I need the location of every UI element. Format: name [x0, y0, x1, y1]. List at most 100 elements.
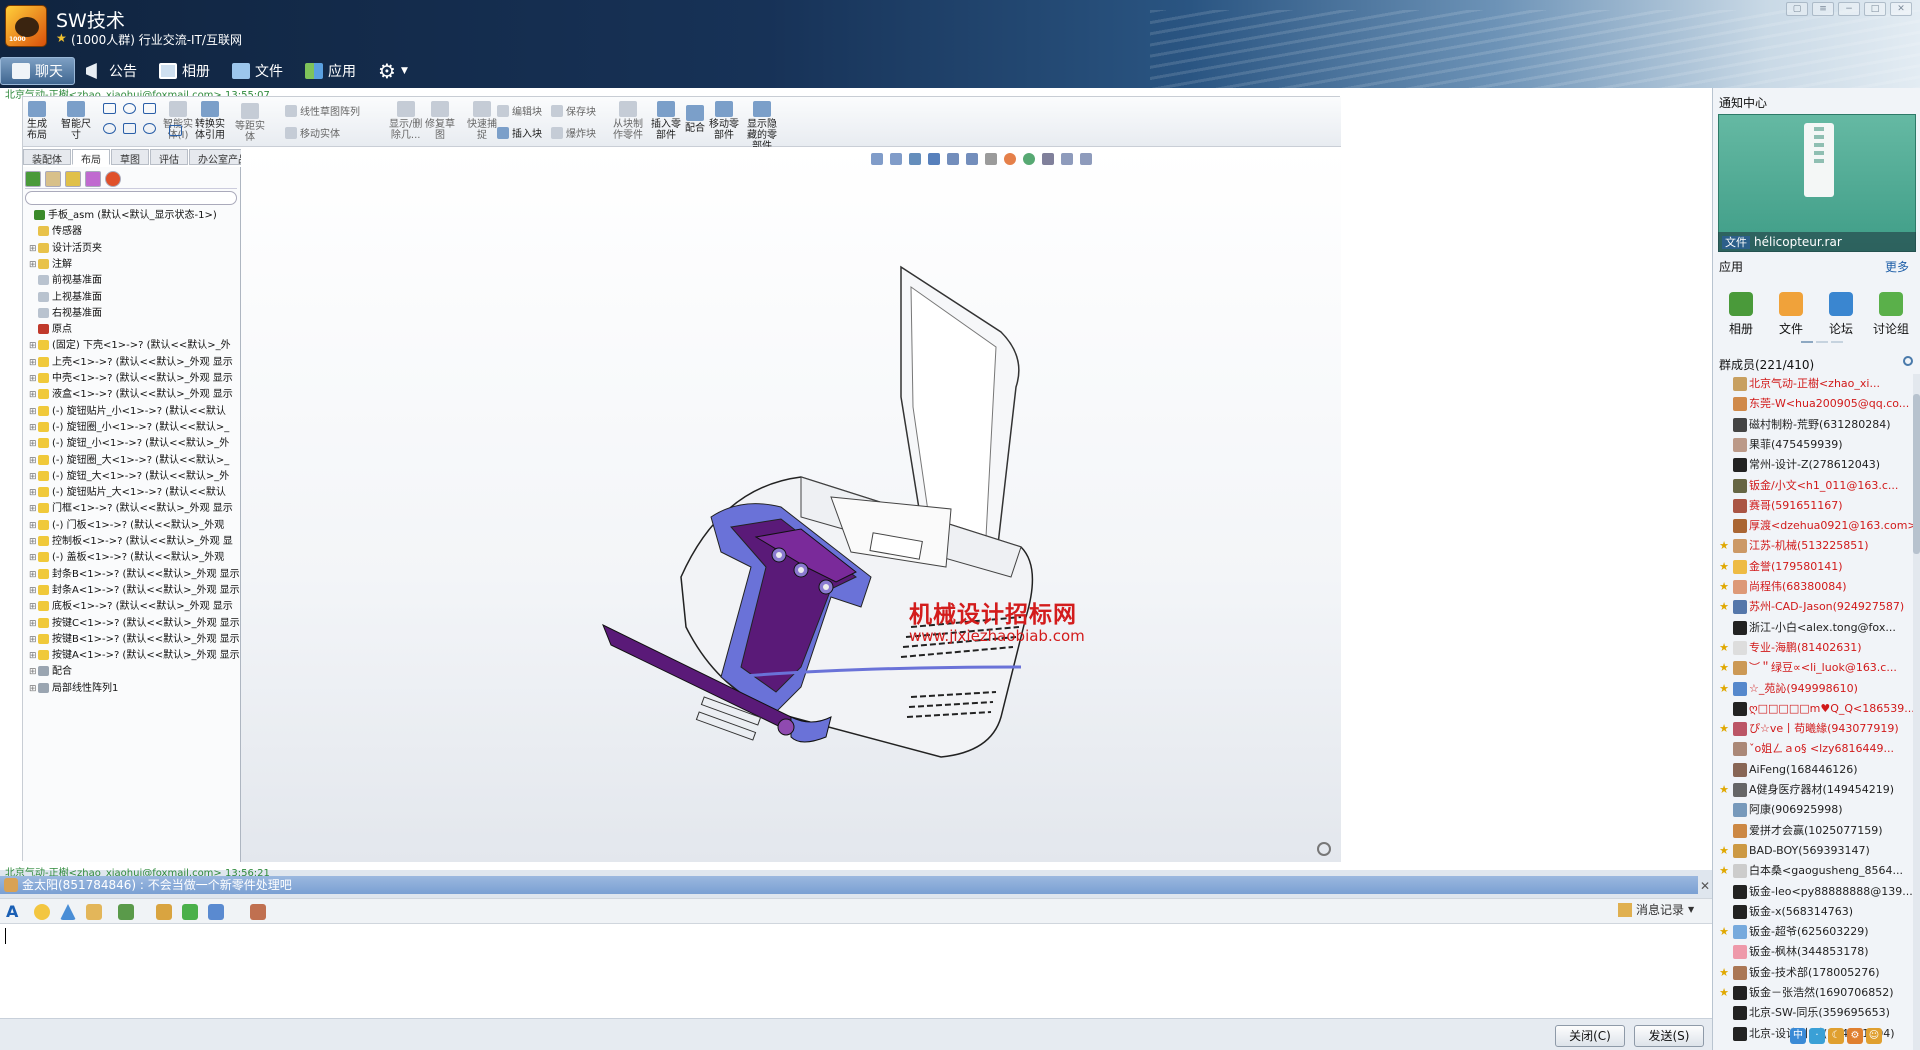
expand-icon[interactable]: ⊞: [29, 437, 38, 451]
maximize-icon[interactable]: □: [1864, 2, 1886, 16]
app-discussion[interactable]: 讨论组: [1871, 292, 1911, 337]
expand-icon[interactable]: ⊞: [29, 617, 38, 631]
tree-item[interactable]: ⊞ 底板<1>->? (默认<<默认>_外观 显示: [25, 600, 239, 614]
ribbon-button[interactable]: 编辑块: [497, 105, 542, 119]
member-item[interactable]: 赛哥(591651167): [1717, 496, 1913, 516]
font-icon[interactable]: A: [6, 904, 22, 920]
expand-icon[interactable]: ⊞: [29, 339, 38, 353]
expand-icon[interactable]: ⊞: [29, 502, 38, 516]
emoji-icon[interactable]: [34, 904, 50, 920]
member-item[interactable]: 东莞-W<hua200905@qq.co...: [1717, 394, 1913, 414]
cad-tab[interactable]: 草图: [111, 149, 149, 166]
ribbon-button[interactable]: 从块制 作零件: [613, 101, 643, 141]
member-item[interactable]: 钣金-枫林(344853178): [1717, 942, 1913, 962]
expand-icon[interactable]: ⊞: [29, 633, 38, 647]
tree-item[interactable]: 右视基准面: [25, 307, 239, 321]
ribbon-button[interactable]: 保存块: [551, 105, 596, 119]
send-button[interactable]: 发送(S): [1634, 1025, 1704, 1047]
notification-file-bar[interactable]: 文件 hélicopteur.rar: [1718, 232, 1916, 252]
member-item[interactable]: ★ 白本桑<gaogusheng_8564...: [1717, 861, 1913, 881]
tree-item[interactable]: ⊞ (-) 旋钮圈_大<1>->? (默认<<默认>_: [25, 454, 239, 468]
tree-item[interactable]: ⊞ (-) 旋钮贴片_大<1>->? (默认<<默认: [25, 486, 239, 500]
member-item[interactable]: ★ 专业-海鹏(81402631): [1717, 638, 1913, 658]
tab-chat[interactable]: 聊天: [0, 57, 75, 85]
app-files[interactable]: 文件: [1771, 292, 1811, 337]
member-item[interactable]: ★ BAD-BOY(569393147): [1717, 841, 1913, 861]
expand-icon[interactable]: ⊞: [29, 584, 38, 598]
member-item[interactable]: 钣金-x(568314763): [1717, 902, 1913, 922]
member-item[interactable]: 磁村制粉-荒野(631280284): [1717, 415, 1913, 435]
ribbon-button[interactable]: 转换实 体引用: [195, 101, 225, 141]
cad-tab[interactable]: 装配体: [23, 149, 71, 166]
app-album[interactable]: 相册: [1721, 292, 1761, 337]
tree-item[interactable]: ⊞ 注解: [25, 258, 239, 272]
ribbon-button[interactable]: 线性草图阵列: [285, 105, 360, 119]
tree-item[interactable]: ⊞ (-) 旋钮贴片_小<1>->? (默认<<默认: [25, 405, 239, 419]
expand-icon[interactable]: ⊞: [29, 665, 38, 679]
member-item[interactable]: ★ 江苏-机械(513225851): [1717, 536, 1913, 556]
ribbon-button[interactable]: 配合: [685, 105, 705, 134]
tree-item[interactable]: ⊞ 按键B<1>->? (默认<<默认>_外观 显示: [25, 633, 239, 647]
expand-icon[interactable]: ⊞: [29, 242, 38, 256]
expand-icon[interactable]: ⊞: [29, 535, 38, 549]
tree-item[interactable]: ⊞ 中壳<1>->? (默认<<默认>_外观 显示: [25, 372, 239, 386]
member-item[interactable]: ★ 苏州-CAD-Jason(924927587): [1717, 597, 1913, 617]
member-item[interactable]: ★ ぴ☆ve丨苟曦緣(943077919): [1717, 719, 1913, 739]
member-item[interactable]: AiFeng(168446126): [1717, 760, 1913, 780]
screen-capture-icon[interactable]: [208, 904, 224, 920]
member-item[interactable]: ˇo姐ㄥａo§ <lzy6816449...: [1717, 739, 1913, 759]
input-method-icon[interactable]: 中: [1790, 1028, 1806, 1044]
ribbon-button[interactable]: 插入块: [497, 127, 542, 141]
expand-icon[interactable]: ⊞: [29, 682, 38, 696]
tree-item[interactable]: ⊞ (-) 门板<1>->? (默认<<默认>_外观: [25, 519, 239, 533]
shake-icon[interactable]: [86, 904, 102, 920]
skin-icon[interactable]: ▢: [1786, 2, 1808, 16]
member-item[interactable]: ★ 尚程伟(68380084): [1717, 577, 1913, 597]
minimize-icon[interactable]: −: [1838, 2, 1860, 16]
expand-icon[interactable]: ⊞: [29, 372, 38, 386]
member-item[interactable]: 爱拼才会赢(1025077159): [1717, 821, 1913, 841]
member-item[interactable]: ★ A健身医疗器材(149454219): [1717, 780, 1913, 800]
message-input[interactable]: [0, 924, 1712, 1018]
tree-item[interactable]: 手板_asm (默认<默认_显示状态-1>): [25, 209, 239, 223]
tree-item[interactable]: ⊞ (-) 旋钮_大<1>->? (默认<<默认>_外: [25, 470, 239, 484]
member-item[interactable]: ★ 钣金－张浩然(1690706852): [1717, 983, 1913, 1003]
member-item[interactable]: ★ ☆_苑訫(949998610): [1717, 679, 1913, 699]
cad-screenshot-image[interactable]: 生成 布局 智能尺 寸智能实 体(I) 转换实 体引用 等距实 体线性草图阵列 移动实体…: [22, 96, 1341, 862]
expand-icon[interactable]: ⊞: [29, 519, 38, 533]
tree-item[interactable]: 原点: [25, 323, 239, 337]
cad-tab[interactable]: 布局: [72, 149, 110, 166]
tab-album[interactable]: 相册: [148, 57, 221, 85]
expand-icon[interactable]: ⊞: [29, 356, 38, 370]
quoted-message-bar[interactable]: 金太阳(851784846) : 不会当做一个新零件处理吧: [0, 876, 1698, 894]
member-item[interactable]: 钣金/小文<h1_011@163.c...: [1717, 476, 1913, 496]
member-item[interactable]: 阿康(906925998): [1717, 800, 1913, 820]
apps-more-link[interactable]: 更多: [1885, 258, 1909, 275]
expand-icon[interactable]: ⊞: [29, 551, 38, 565]
group-avatar[interactable]: 1000: [5, 5, 47, 47]
sketch-tool-icon[interactable]: [169, 125, 182, 136]
image-icon[interactable]: [118, 904, 134, 920]
tree-item[interactable]: 前视基准面: [25, 274, 239, 288]
expand-icon[interactable]: ⊞: [29, 388, 38, 402]
expand-icon[interactable]: ⊞: [29, 421, 38, 435]
expand-icon[interactable]: ⊞: [29, 649, 38, 663]
tab-announcement[interactable]: 公告: [75, 57, 148, 85]
member-item[interactable]: ★ ︶＂绿豆∝<li_luok@163.c...: [1717, 658, 1913, 678]
expand-icon[interactable]: ⊞: [29, 454, 38, 468]
app-forum[interactable]: 论坛: [1821, 292, 1861, 337]
settings-menu[interactable]: ⚙ ▼: [367, 57, 419, 85]
tree-item[interactable]: ⊞ (-) 盖板<1>->? (默认<<默认>_外观: [25, 551, 239, 565]
expand-icon[interactable]: ⊞: [29, 486, 38, 500]
gear-icon[interactable]: ⚙: [1847, 1028, 1863, 1044]
tree-item[interactable]: ⊞ (-) 旋钮_小<1>->? (默认<<默认>_外: [25, 437, 239, 451]
cad-tab[interactable]: 评估: [150, 149, 188, 166]
sketch-tool-icon[interactable]: [143, 123, 156, 134]
expand-icon[interactable]: ⊞: [29, 568, 38, 582]
member-item[interactable]: ★ 金誉(179580141): [1717, 557, 1913, 577]
sketch-tool-icon[interactable]: [123, 123, 136, 134]
member-item[interactable]: 常州-设计-Z(278612043): [1717, 455, 1913, 475]
ribbon-button[interactable]: 生成 布局: [27, 101, 47, 141]
tree-item[interactable]: 传感器: [25, 225, 239, 239]
ribbon-button[interactable]: 智能尺 寸: [61, 101, 91, 141]
